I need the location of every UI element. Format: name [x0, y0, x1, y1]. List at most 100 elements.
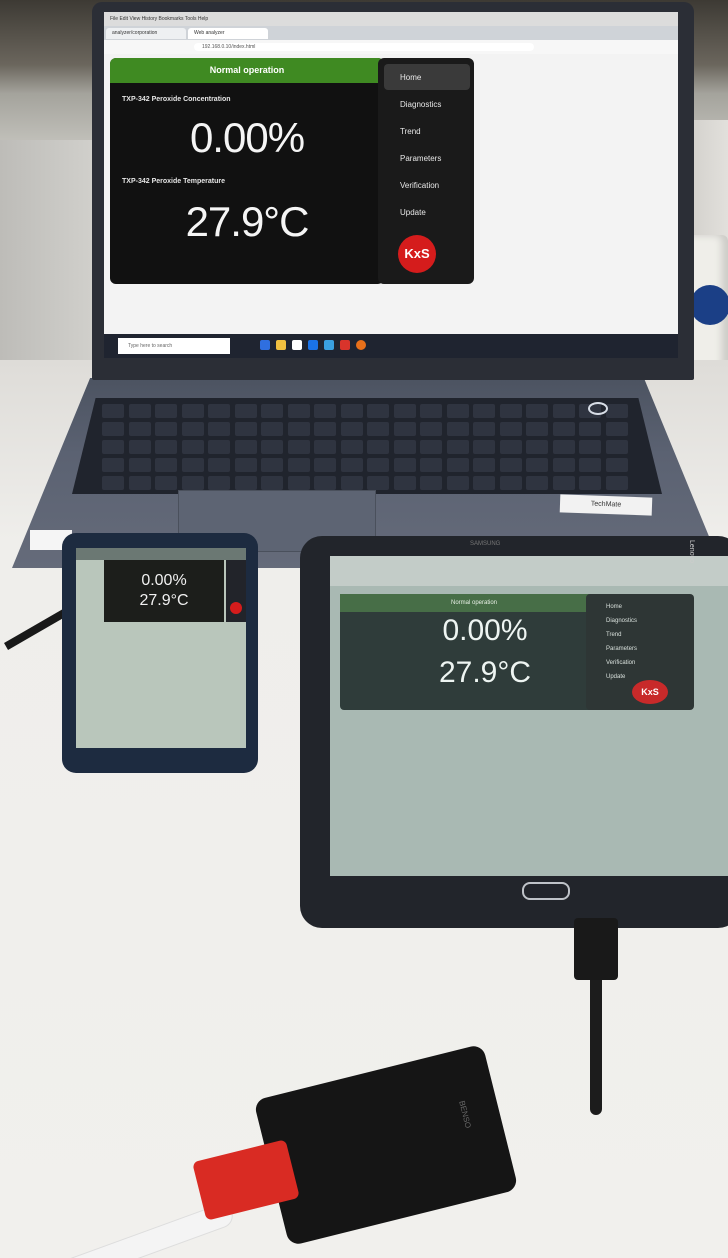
- status-banner: Normal operation: [110, 58, 384, 83]
- app-icon[interactable]: [324, 340, 334, 350]
- measurement-label-concentration: TXP-342 Peroxide Concentration: [122, 96, 231, 103]
- keyboard-key: [261, 458, 283, 472]
- keyboard-key: [102, 404, 124, 418]
- phone-browser-bar: [76, 548, 246, 560]
- tablet-temperature-value: 27.9°C: [438, 656, 532, 689]
- browser-tab[interactable]: analyzer/corporation: [106, 28, 186, 39]
- keyboard-key: [155, 422, 177, 436]
- keyboard-key: [473, 422, 495, 436]
- keyboard-key: [128, 422, 151, 436]
- windows-taskbar: Type here to search: [104, 334, 678, 358]
- keyboard-key: [261, 440, 283, 454]
- keyboard-key: [128, 440, 151, 454]
- keyboard-key: [552, 476, 575, 490]
- keyboard-key: [605, 458, 628, 472]
- keyboard-key: [605, 404, 628, 418]
- keyboard-key: [340, 458, 363, 472]
- tablet-nav-diagnostics[interactable]: Diagnostics: [606, 618, 637, 624]
- keyboard-key: [552, 422, 575, 436]
- tablet-nav-trend[interactable]: Trend: [606, 632, 621, 638]
- keyboard-key: [128, 404, 151, 418]
- keyboard-key: [446, 458, 469, 472]
- keyboard-key: [526, 458, 548, 472]
- laptop-brand: Lenovo: [687, 540, 695, 563]
- keyboard-key: [393, 422, 416, 436]
- power-button: [588, 402, 608, 415]
- nav-home-highlight: [384, 64, 470, 90]
- keyboard-key: [526, 422, 548, 436]
- keyboard-key: [552, 440, 575, 454]
- folder-icon[interactable]: [276, 340, 286, 350]
- usb-c-plug: [574, 918, 618, 980]
- pdf-icon[interactable]: [340, 340, 350, 350]
- menubar-text: File Edit View History Bookmarks Tools H…: [110, 16, 209, 22]
- nav-item-home[interactable]: Home: [400, 73, 421, 82]
- keyboard-key: [287, 404, 310, 418]
- tablet-kxs-logo: KxS: [632, 680, 668, 704]
- keyboard-key: [234, 422, 257, 436]
- nav-panel: Home Diagnostics Trend Parameters Verifi…: [378, 58, 474, 284]
- keyboard-key: [102, 476, 124, 490]
- keyboard-key: [314, 476, 336, 490]
- nav-item-update[interactable]: Update: [400, 208, 426, 217]
- keyboard-key: [234, 404, 257, 418]
- tablet-browser-bar: [330, 556, 728, 586]
- keyboard-key: [181, 422, 204, 436]
- keyboard-key: [393, 458, 416, 472]
- tablet-nav-home[interactable]: Home: [606, 604, 622, 610]
- phone-screen: 0.00% 27.9°C: [76, 548, 246, 748]
- keyboard-key: [420, 422, 442, 436]
- keyboard-key: [340, 404, 363, 418]
- keyboard-key: [287, 422, 310, 436]
- tablet-status-banner: Normal operation: [340, 594, 608, 612]
- keyboard-key: [367, 422, 389, 436]
- tablet-home-button[interactable]: [522, 882, 570, 900]
- nav-item-trend[interactable]: Trend: [400, 127, 421, 136]
- edge-icon[interactable]: [260, 340, 270, 350]
- keyboard-key: [208, 422, 230, 436]
- tablet-nav-verification[interactable]: Verification: [606, 660, 635, 666]
- keyboard-key: [234, 440, 257, 454]
- keyboard-key: [287, 476, 310, 490]
- nav-item-parameters[interactable]: Parameters: [400, 154, 441, 163]
- keyboard-key: [605, 476, 628, 490]
- keyboard-key: [367, 476, 389, 490]
- keyboard-key: [181, 458, 204, 472]
- browser-tab-active[interactable]: Web analyzer: [188, 28, 268, 39]
- phone-concentration-value: 0.00%: [141, 572, 187, 589]
- keyboard-key: [155, 404, 177, 418]
- browser-menubar: File Edit View History Bookmarks Tools H…: [104, 12, 678, 26]
- url-field[interactable]: 192.168.0.10/index.html: [194, 43, 534, 51]
- keyboard-key: [579, 440, 601, 454]
- measurement-label-temperature: TXP-342 Peroxide Temperature: [122, 178, 225, 185]
- keyboard-key: [367, 404, 389, 418]
- store-icon[interactable]: [292, 340, 302, 350]
- keyboard-key: [181, 476, 204, 490]
- keyboard-key: [314, 458, 336, 472]
- tablet-nav-parameters[interactable]: Parameters: [606, 646, 637, 652]
- address-bar: 192.168.0.10/index.html: [104, 40, 678, 55]
- kxs-logo: KxS: [398, 235, 436, 273]
- mail-icon[interactable]: [308, 340, 318, 350]
- keyboard-key: [128, 458, 151, 472]
- keyboard-key: [367, 440, 389, 454]
- keyboard-key: [605, 440, 628, 454]
- keyboard-key: [340, 476, 363, 490]
- firefox-icon[interactable]: [356, 340, 366, 350]
- tablet-brand: SAMSUNG: [470, 541, 501, 547]
- keyboard-key: [128, 476, 151, 490]
- keyboard-key: [261, 404, 283, 418]
- keyboard-key: [473, 476, 495, 490]
- nav-item-verification[interactable]: Verification: [400, 181, 439, 190]
- laptop-keyboard: [72, 398, 662, 494]
- tablet-nav-update[interactable]: Update: [606, 674, 625, 680]
- power-strip-switch: [690, 285, 728, 325]
- keyboard-key: [393, 404, 416, 418]
- keyboard-key: [208, 404, 230, 418]
- nav-item-diagnostics[interactable]: Diagnostics: [400, 100, 441, 109]
- taskbar-search[interactable]: Type here to search: [118, 338, 230, 354]
- keyboard-key: [420, 458, 442, 472]
- keyboard-key: [314, 422, 336, 436]
- keyboard-key: [579, 422, 601, 436]
- measurement-value-temperature: 27.9°C: [185, 198, 310, 245]
